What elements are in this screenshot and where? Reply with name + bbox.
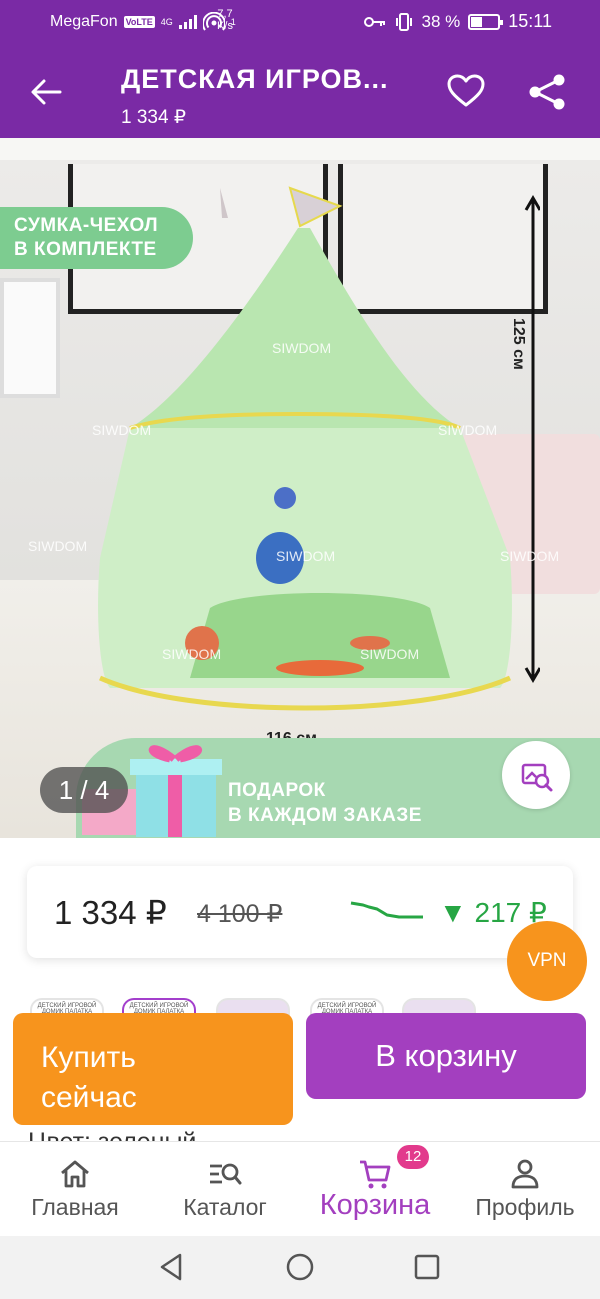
- battery-icon: [468, 13, 504, 30]
- product-image-carousel[interactable]: СУМКА-ЧЕХОЛ В КОМПЛЕКТЕ 125 см 116 см SI…: [0, 138, 600, 838]
- image-search-button[interactable]: [502, 741, 570, 809]
- heart-outline-icon[interactable]: [446, 72, 486, 110]
- system-recents-icon[interactable]: [413, 1252, 441, 1282]
- share-icon[interactable]: [525, 72, 569, 112]
- system-home-icon[interactable]: [285, 1252, 315, 1282]
- status-bar: MegaFon VoLTE 4G 1 7,7 K/s 38 % 15:11: [0, 0, 600, 44]
- nav-cart[interactable]: 12 Корзина: [305, 1142, 445, 1237]
- watermark: SIWDOM: [28, 538, 88, 554]
- watermark: SIWDOM: [438, 422, 498, 438]
- carrier-name: MegaFon: [50, 13, 118, 30]
- speed-unit: K/s: [217, 20, 233, 32]
- nav-catalog[interactable]: Каталог: [160, 1142, 290, 1237]
- cart-count-badge: 12: [397, 1145, 429, 1169]
- gift-banner-text: ПОДАРОК В КАЖДОМ ЗАКАЗЕ: [228, 780, 422, 826]
- image-counter: 1 / 4: [40, 767, 128, 813]
- system-back-icon[interactable]: [158, 1252, 186, 1282]
- profile-icon: [511, 1159, 539, 1189]
- price-card: 1 334 ₽ 4 100 ₽ ▼ 217 ₽: [27, 866, 573, 958]
- key-icon: [363, 16, 385, 27]
- clock: 15:11: [508, 11, 552, 31]
- watermark: SIWDOM: [360, 646, 420, 662]
- watermark: SIWDOM: [276, 548, 336, 564]
- nav-profile-label: Профиль: [475, 1194, 575, 1220]
- watermark: SIWDOM: [500, 548, 560, 564]
- buy-now-label: Купить сейчас: [41, 1041, 137, 1114]
- watermark: SIWDOM: [92, 422, 152, 438]
- watermark: SIWDOM: [162, 646, 222, 662]
- catalog-search-icon: [210, 1163, 242, 1185]
- watermark: SIWDOM: [272, 340, 332, 356]
- page-title: ДЕТСКАЯ ИГРОВ...: [121, 64, 389, 94]
- network-type: 4G: [160, 16, 173, 27]
- battery-percent: 38 %: [421, 11, 461, 31]
- vibrate-icon: [395, 12, 412, 31]
- add-to-cart-button[interactable]: В корзину: [306, 1013, 586, 1099]
- system-navigation-bar: [0, 1236, 600, 1299]
- nav-cart-label: Корзина: [319, 1189, 431, 1221]
- color-option-row[interactable]: Цвет: зеленый: [28, 1125, 268, 1141]
- nav-profile[interactable]: Профиль: [460, 1142, 590, 1237]
- buy-now-button[interactable]: Купить сейчас: [13, 1013, 293, 1125]
- price-trend-sparkline: [350, 901, 423, 919]
- decor-shelf-house: [0, 278, 60, 398]
- old-price: 4 100 ₽: [197, 900, 283, 928]
- image-search-icon: [521, 763, 553, 792]
- bag-included-badge: СУМКА-ЧЕХОЛ В КОМПЛЕКТЕ: [0, 207, 193, 269]
- cart-icon: [360, 1160, 391, 1189]
- nav-catalog-label: Каталог: [183, 1194, 267, 1220]
- price-drop-arrow: ▼: [439, 897, 467, 928]
- height-dimension-label: 125 см: [510, 318, 527, 370]
- bag-badge-text: СУМКА-ЧЕХОЛ В КОМПЛЕКТЕ: [14, 215, 159, 260]
- nav-home-label: Главная: [31, 1194, 119, 1220]
- volte-badge: VoLTE: [123, 16, 155, 28]
- network-speed: 7,7 K/s: [215, 8, 235, 32]
- vpn-badge[interactable]: VPN: [507, 921, 587, 1001]
- nav-home[interactable]: Главная: [10, 1142, 140, 1237]
- speed-value: 7,7: [217, 8, 233, 20]
- header-price: 1 334 ₽: [121, 107, 186, 128]
- signal-icon: [178, 15, 197, 29]
- current-price: 1 334 ₽: [54, 894, 167, 931]
- app-bar: ДЕТСКАЯ ИГРОВ... 1 334 ₽: [0, 44, 600, 138]
- arrow-left-icon[interactable]: [26, 74, 66, 110]
- bottom-navigation: Главная Каталог 12 Корзина Профиль: [0, 1141, 600, 1236]
- home-icon: [61, 1160, 89, 1188]
- image-top-strip: [0, 138, 600, 160]
